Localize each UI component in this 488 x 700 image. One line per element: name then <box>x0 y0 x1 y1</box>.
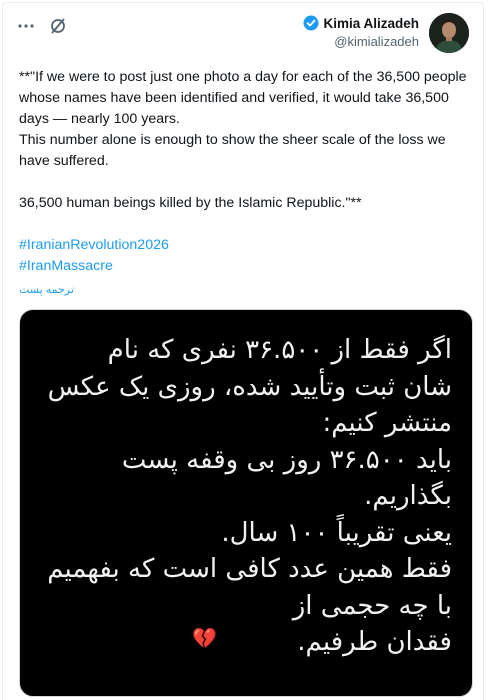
image-text-line: شان ثبت وتأیید شده، روزی یک عکس <box>47 371 452 402</box>
author-info[interactable]: Kimia Alizadeh @kimializadeh <box>303 15 419 49</box>
avatar[interactable] <box>429 13 469 53</box>
post-card: Kimia Alizadeh @kimializadeh **"If we we… <box>2 2 484 700</box>
author-display-name[interactable]: Kimia Alizadeh <box>323 16 419 31</box>
post-paragraph: This number alone is enough to show the … <box>19 132 446 169</box>
more-icon[interactable] <box>17 17 35 35</box>
post-image[interactable]: اگر فقط از ۳۶.۵۰۰ نفری که نام شان ثبت وت… <box>19 309 473 697</box>
image-text-line: فقط همین عدد کافی است که بفهمیم <box>47 554 452 584</box>
verified-badge-icon <box>303 15 319 31</box>
broken-heart-icon: 💔 <box>192 628 217 650</box>
post-paragraph: **"If we were to post just one photo a d… <box>19 69 467 127</box>
image-text: اگر فقط از ۳۶.۵۰۰ نفری که نام شان ثبت وت… <box>32 332 452 661</box>
translate-post-link[interactable]: ترجمه پست <box>19 280 74 301</box>
image-text-line: فقدان طرفیم. <box>297 627 452 657</box>
post-text: **"If we were to post just one photo a d… <box>3 61 483 301</box>
hashtag-link[interactable]: #IranianRevolution2026 <box>19 235 467 256</box>
image-text-line: بگذاریم. <box>364 481 452 511</box>
image-text-line: اگر فقط از ۳۶.۵۰۰ نفری که نام <box>107 335 452 365</box>
grok-icon[interactable] <box>49 17 67 35</box>
post-header: Kimia Alizadeh @kimializadeh <box>3 3 483 61</box>
author-handle[interactable]: @kimializadeh <box>303 34 419 49</box>
image-text-line: با چه حجمی از <box>292 590 452 621</box>
hashtag-link[interactable]: #IranMassacre <box>19 256 467 277</box>
image-text-line: منتشر کنیم: <box>322 408 452 438</box>
image-text-line: باید ۳۶.۵۰۰ روز بی وقفه پست <box>121 444 452 475</box>
header-actions <box>17 17 67 35</box>
image-text-line: یعنی تقریباً ۱۰۰ سال. <box>221 517 452 548</box>
post-paragraph: 36,500 human beings killed by the Islami… <box>19 195 362 211</box>
